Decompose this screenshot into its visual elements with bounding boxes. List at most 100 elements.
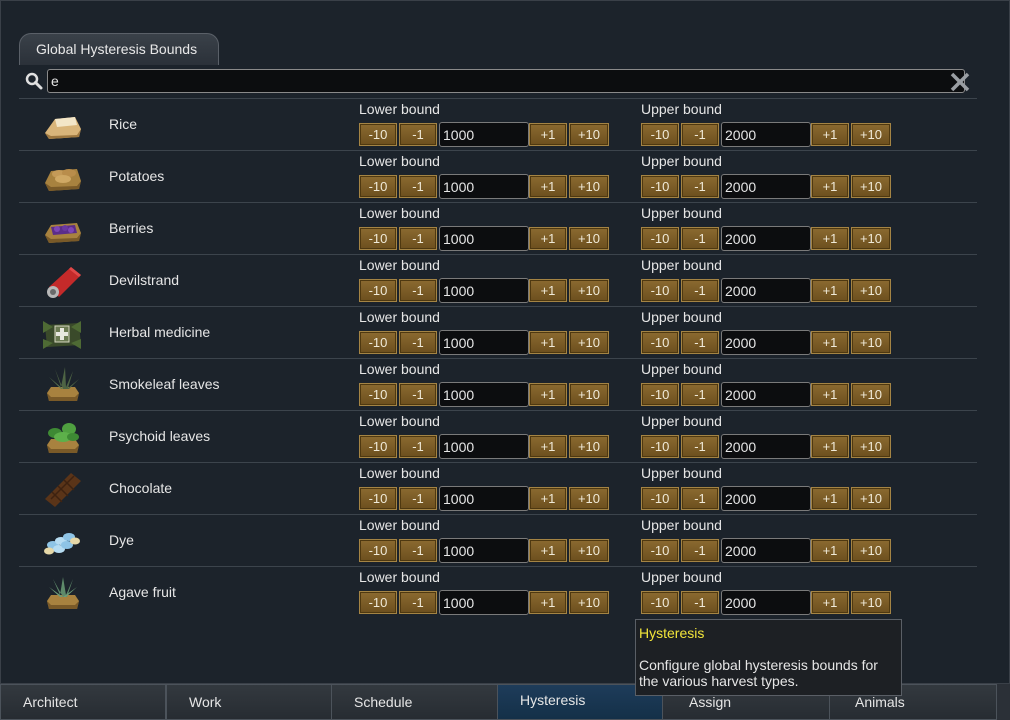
lower-minus-1-button[interactable]: -1: [399, 279, 437, 302]
lower-minus-1-button[interactable]: -1: [399, 539, 437, 562]
lower-plus-10-button[interactable]: +10: [569, 487, 609, 510]
upper-minus-10-button[interactable]: -10: [641, 591, 679, 614]
lower-plus-10-button[interactable]: +10: [569, 591, 609, 614]
upper-minus-10-button[interactable]: -10: [641, 279, 679, 302]
lower-plus-1-button[interactable]: +1: [529, 175, 567, 198]
upper-plus-1-button[interactable]: +1: [811, 591, 849, 614]
lower-plus-1-button[interactable]: +1: [529, 227, 567, 250]
upper-plus-10-button[interactable]: +10: [851, 591, 891, 614]
upper-minus-10-button[interactable]: -10: [641, 175, 679, 198]
lower-minus-1-button[interactable]: -1: [399, 331, 437, 354]
upper-minus-1-button[interactable]: -1: [681, 383, 719, 406]
lower-bound-input[interactable]: [439, 590, 529, 615]
upper-minus-1-button[interactable]: -1: [681, 331, 719, 354]
lower-minus-10-button[interactable]: -10: [359, 279, 397, 302]
lower-minus-1-button[interactable]: -1: [399, 591, 437, 614]
lower-bound-input[interactable]: [439, 538, 529, 563]
lower-plus-1-button[interactable]: +1: [529, 435, 567, 458]
lower-plus-1-button[interactable]: +1: [529, 383, 567, 406]
lower-minus-1-button[interactable]: -1: [399, 175, 437, 198]
upper-minus-10-button[interactable]: -10: [641, 539, 679, 562]
upper-plus-10-button[interactable]: +10: [851, 331, 891, 354]
lower-bound-input[interactable]: [439, 122, 529, 147]
upper-plus-10-button[interactable]: +10: [851, 227, 891, 250]
upper-plus-10-button[interactable]: +10: [851, 175, 891, 198]
upper-minus-1-button[interactable]: -1: [681, 227, 719, 250]
lower-bound-input[interactable]: [439, 278, 529, 303]
upper-plus-10-button[interactable]: +10: [851, 435, 891, 458]
upper-minus-10-button[interactable]: -10: [641, 383, 679, 406]
upper-bound-input[interactable]: [721, 486, 811, 511]
lower-plus-10-button[interactable]: +10: [569, 331, 609, 354]
lower-minus-1-button[interactable]: -1: [399, 487, 437, 510]
bottom-tab-schedule[interactable]: Schedule: [331, 684, 498, 720]
lower-minus-10-button[interactable]: -10: [359, 435, 397, 458]
lower-bound-input[interactable]: [439, 174, 529, 199]
upper-minus-1-button[interactable]: -1: [681, 539, 719, 562]
lower-minus-10-button[interactable]: -10: [359, 539, 397, 562]
upper-plus-1-button[interactable]: +1: [811, 227, 849, 250]
lower-minus-10-button[interactable]: -10: [359, 383, 397, 406]
lower-plus-1-button[interactable]: +1: [529, 539, 567, 562]
upper-minus-10-button[interactable]: -10: [641, 487, 679, 510]
upper-plus-10-button[interactable]: +10: [851, 487, 891, 510]
lower-plus-1-button[interactable]: +1: [529, 279, 567, 302]
upper-minus-10-button[interactable]: -10: [641, 123, 679, 146]
lower-bound-input[interactable]: [439, 330, 529, 355]
lower-plus-10-button[interactable]: +10: [569, 175, 609, 198]
lower-plus-10-button[interactable]: +10: [569, 539, 609, 562]
upper-minus-1-button[interactable]: -1: [681, 175, 719, 198]
lower-minus-1-button[interactable]: -1: [399, 227, 437, 250]
lower-plus-1-button[interactable]: +1: [529, 123, 567, 146]
lower-plus-10-button[interactable]: +10: [569, 435, 609, 458]
upper-minus-10-button[interactable]: -10: [641, 435, 679, 458]
lower-minus-10-button[interactable]: -10: [359, 591, 397, 614]
upper-bound-input[interactable]: [721, 590, 811, 615]
upper-plus-1-button[interactable]: +1: [811, 331, 849, 354]
lower-minus-1-button[interactable]: -1: [399, 123, 437, 146]
lower-minus-1-button[interactable]: -1: [399, 383, 437, 406]
clear-search-icon[interactable]: [949, 71, 971, 93]
upper-minus-1-button[interactable]: -1: [681, 487, 719, 510]
lower-plus-1-button[interactable]: +1: [529, 487, 567, 510]
upper-bound-input[interactable]: [721, 226, 811, 251]
upper-bound-input[interactable]: [721, 122, 811, 147]
search-input[interactable]: [47, 69, 965, 93]
upper-bound-input[interactable]: [721, 330, 811, 355]
lower-minus-10-button[interactable]: -10: [359, 123, 397, 146]
upper-minus-1-button[interactable]: -1: [681, 279, 719, 302]
lower-minus-10-button[interactable]: -10: [359, 227, 397, 250]
lower-plus-1-button[interactable]: +1: [529, 331, 567, 354]
upper-minus-10-button[interactable]: -10: [641, 331, 679, 354]
upper-bound-input[interactable]: [721, 382, 811, 407]
upper-plus-1-button[interactable]: +1: [811, 539, 849, 562]
lower-plus-10-button[interactable]: +10: [569, 279, 609, 302]
upper-plus-1-button[interactable]: +1: [811, 487, 849, 510]
upper-bound-input[interactable]: [721, 538, 811, 563]
lower-plus-10-button[interactable]: +10: [569, 123, 609, 146]
upper-plus-1-button[interactable]: +1: [811, 383, 849, 406]
bottom-tab-work[interactable]: Work: [166, 684, 332, 720]
lower-bound-input[interactable]: [439, 486, 529, 511]
upper-plus-1-button[interactable]: +1: [811, 175, 849, 198]
lower-plus-10-button[interactable]: +10: [569, 227, 609, 250]
lower-minus-10-button[interactable]: -10: [359, 331, 397, 354]
upper-minus-1-button[interactable]: -1: [681, 591, 719, 614]
upper-plus-1-button[interactable]: +1: [811, 435, 849, 458]
lower-plus-1-button[interactable]: +1: [529, 591, 567, 614]
upper-plus-1-button[interactable]: +1: [811, 279, 849, 302]
upper-bound-input[interactable]: [721, 278, 811, 303]
upper-minus-1-button[interactable]: -1: [681, 123, 719, 146]
lower-bound-input[interactable]: [439, 434, 529, 459]
lower-bound-input[interactable]: [439, 226, 529, 251]
upper-plus-1-button[interactable]: +1: [811, 123, 849, 146]
upper-bound-input[interactable]: [721, 174, 811, 199]
upper-plus-10-button[interactable]: +10: [851, 383, 891, 406]
lower-bound-input[interactable]: [439, 382, 529, 407]
lower-plus-10-button[interactable]: +10: [569, 383, 609, 406]
lower-minus-1-button[interactable]: -1: [399, 435, 437, 458]
upper-plus-10-button[interactable]: +10: [851, 279, 891, 302]
upper-bound-input[interactable]: [721, 434, 811, 459]
lower-minus-10-button[interactable]: -10: [359, 175, 397, 198]
upper-plus-10-button[interactable]: +10: [851, 123, 891, 146]
